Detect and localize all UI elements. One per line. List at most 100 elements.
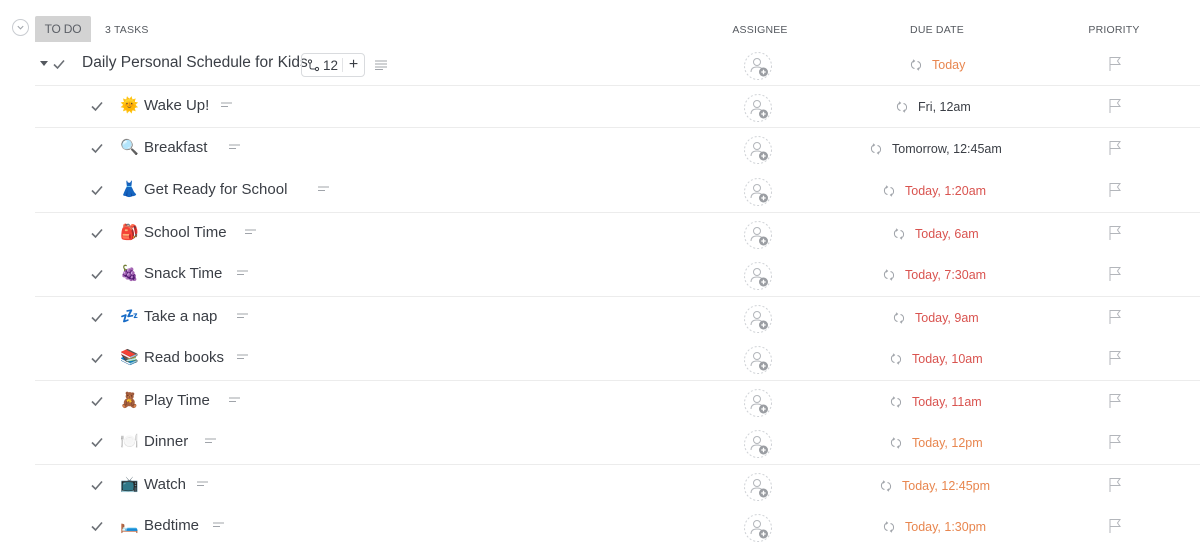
- checkmark-icon[interactable]: [90, 519, 104, 533]
- column-header-due-date[interactable]: DUE DATE: [887, 24, 987, 36]
- flag-icon[interactable]: [1108, 225, 1122, 241]
- checkmark-icon[interactable]: [90, 435, 104, 449]
- add-assignee-icon[interactable]: [743, 93, 773, 123]
- flag-icon[interactable]: [1108, 98, 1122, 114]
- due-date[interactable]: Today, 9am: [892, 310, 979, 326]
- add-subtask-button[interactable]: +: [343, 57, 364, 73]
- subtask-row[interactable]: 🛏️ Bedtime Today, 1:30pm: [35, 506, 1200, 548]
- subtask-row[interactable]: 🧸 Play Time Today, 11am: [35, 380, 1200, 422]
- add-assignee-icon[interactable]: [743, 220, 773, 250]
- description-lines-icon[interactable]: [318, 185, 329, 193]
- add-assignee-icon[interactable]: [743, 388, 773, 418]
- due-date[interactable]: Today, 7:30am: [882, 267, 986, 283]
- flag-icon[interactable]: [1108, 393, 1122, 409]
- description-lines-icon[interactable]: [237, 312, 248, 320]
- flag-icon[interactable]: [1108, 309, 1122, 325]
- add-assignee-icon[interactable]: [743, 472, 773, 502]
- description-lines-icon[interactable]: [237, 353, 248, 361]
- subtask-row[interactable]: 🎒 School Time Today, 6am: [35, 212, 1200, 254]
- task-name[interactable]: Play Time: [144, 392, 210, 410]
- checkmark-icon[interactable]: [90, 351, 104, 365]
- due-date[interactable]: Today, 12:45pm: [879, 478, 990, 494]
- teddy-bear-icon: 🧸: [120, 392, 139, 409]
- checkmark-icon[interactable]: [90, 99, 104, 113]
- subtask-row[interactable]: 🔍 Breakfast Tomorrow, 12:45am: [35, 127, 1200, 169]
- add-assignee-icon[interactable]: [743, 51, 773, 81]
- flag-icon[interactable]: [1108, 56, 1122, 72]
- flag-icon[interactable]: [1108, 182, 1122, 198]
- checkmark-icon[interactable]: [90, 141, 104, 155]
- due-date[interactable]: Today: [909, 57, 965, 73]
- sun-with-face-icon: 🌞: [120, 97, 139, 114]
- checkmark-icon[interactable]: [90, 394, 104, 408]
- checkmark-icon[interactable]: [90, 183, 104, 197]
- checkmark-icon[interactable]: [52, 57, 66, 71]
- column-header-priority[interactable]: PRIORITY: [1074, 24, 1154, 36]
- description-lines-icon[interactable]: [221, 101, 232, 109]
- task-name[interactable]: School Time: [144, 224, 227, 242]
- due-date[interactable]: Fri, 12am: [895, 99, 971, 115]
- flag-icon[interactable]: [1108, 477, 1122, 493]
- add-assignee-icon[interactable]: [743, 513, 773, 543]
- flag-icon[interactable]: [1108, 266, 1122, 282]
- task-name[interactable]: Dinner: [144, 433, 188, 451]
- add-assignee-icon[interactable]: [743, 429, 773, 459]
- flag-icon[interactable]: [1108, 350, 1122, 366]
- flag-icon[interactable]: [1108, 518, 1122, 534]
- list-header: TO DO 3 TASKS ASSIGNEE DUE DATE PRIORITY: [0, 0, 1200, 44]
- due-date[interactable]: Today, 12pm: [889, 435, 983, 451]
- add-assignee-icon[interactable]: [743, 304, 773, 334]
- checkmark-icon[interactable]: [90, 267, 104, 281]
- column-header-assignee[interactable]: ASSIGNEE: [720, 24, 800, 36]
- due-date-text: Today, 1:20am: [905, 184, 987, 198]
- checkmark-icon[interactable]: [90, 226, 104, 240]
- due-date[interactable]: Today, 1:30pm: [882, 519, 986, 535]
- description-lines-icon[interactable]: [375, 60, 387, 70]
- subtask-row[interactable]: 💤 Take a nap Today, 9am: [35, 296, 1200, 338]
- status-badge[interactable]: TO DO: [35, 16, 91, 42]
- grapes-icon: 🍇: [120, 265, 139, 282]
- add-assignee-icon[interactable]: [743, 177, 773, 207]
- task-name[interactable]: Snack Time: [144, 265, 222, 283]
- task-name[interactable]: Breakfast: [144, 139, 207, 157]
- task-name[interactable]: Watch: [144, 476, 186, 494]
- description-lines-icon[interactable]: [197, 480, 208, 488]
- task-name[interactable]: Daily Personal Schedule for Kids: [82, 54, 308, 72]
- add-assignee-icon[interactable]: [743, 261, 773, 291]
- due-date[interactable]: Today, 10am: [889, 351, 983, 367]
- due-date[interactable]: Today, 1:20am: [882, 183, 986, 199]
- flag-icon[interactable]: [1108, 434, 1122, 450]
- due-date[interactable]: Today, 11am: [889, 394, 982, 410]
- subtask-row[interactable]: 📚 Read books Today, 10am: [35, 338, 1200, 380]
- checkmark-icon[interactable]: [90, 478, 104, 492]
- task-name[interactable]: Get Ready for School: [144, 181, 287, 199]
- due-date[interactable]: Today, 6am: [892, 226, 979, 242]
- recurring-icon: [890, 353, 902, 365]
- description-lines-icon[interactable]: [213, 521, 224, 529]
- description-lines-icon[interactable]: [205, 437, 216, 445]
- subtask-count-button[interactable]: 12: [302, 58, 343, 73]
- subtask-row[interactable]: 🍇 Snack Time Today, 7:30am: [35, 254, 1200, 296]
- task-name[interactable]: Bedtime: [144, 517, 199, 535]
- add-assignee-icon[interactable]: [743, 135, 773, 165]
- task-name[interactable]: Take a nap: [144, 308, 217, 326]
- expand-caret-icon[interactable]: [40, 61, 48, 66]
- subtask-row[interactable]: 🍽️ Dinner Today, 12pm: [35, 422, 1200, 464]
- description-lines-icon[interactable]: [229, 143, 240, 151]
- collapse-group-button[interactable]: [12, 19, 29, 36]
- description-lines-icon[interactable]: [229, 396, 240, 404]
- subtask-row[interactable]: 🌞 Wake Up! Fri, 12am: [35, 85, 1200, 127]
- add-assignee-icon[interactable]: [743, 345, 773, 375]
- flag-icon[interactable]: [1108, 140, 1122, 156]
- due-date[interactable]: Tomorrow, 12:45am: [869, 141, 1002, 157]
- subtask-counter[interactable]: 12 +: [301, 53, 365, 77]
- description-lines-icon[interactable]: [245, 228, 256, 236]
- subtask-row[interactable]: 📺 Watch Today, 12:45pm: [35, 464, 1200, 506]
- subtask-row[interactable]: 👗 Get Ready for School Today, 1:20am: [35, 170, 1200, 212]
- task-name[interactable]: Read books: [144, 349, 224, 367]
- recurring-icon: [883, 521, 895, 533]
- task-name[interactable]: Wake Up!: [144, 97, 209, 115]
- description-lines-icon[interactable]: [237, 269, 248, 277]
- parent-task-row[interactable]: Daily Personal Schedule for Kids 12 + To…: [35, 44, 1200, 86]
- checkmark-icon[interactable]: [90, 310, 104, 324]
